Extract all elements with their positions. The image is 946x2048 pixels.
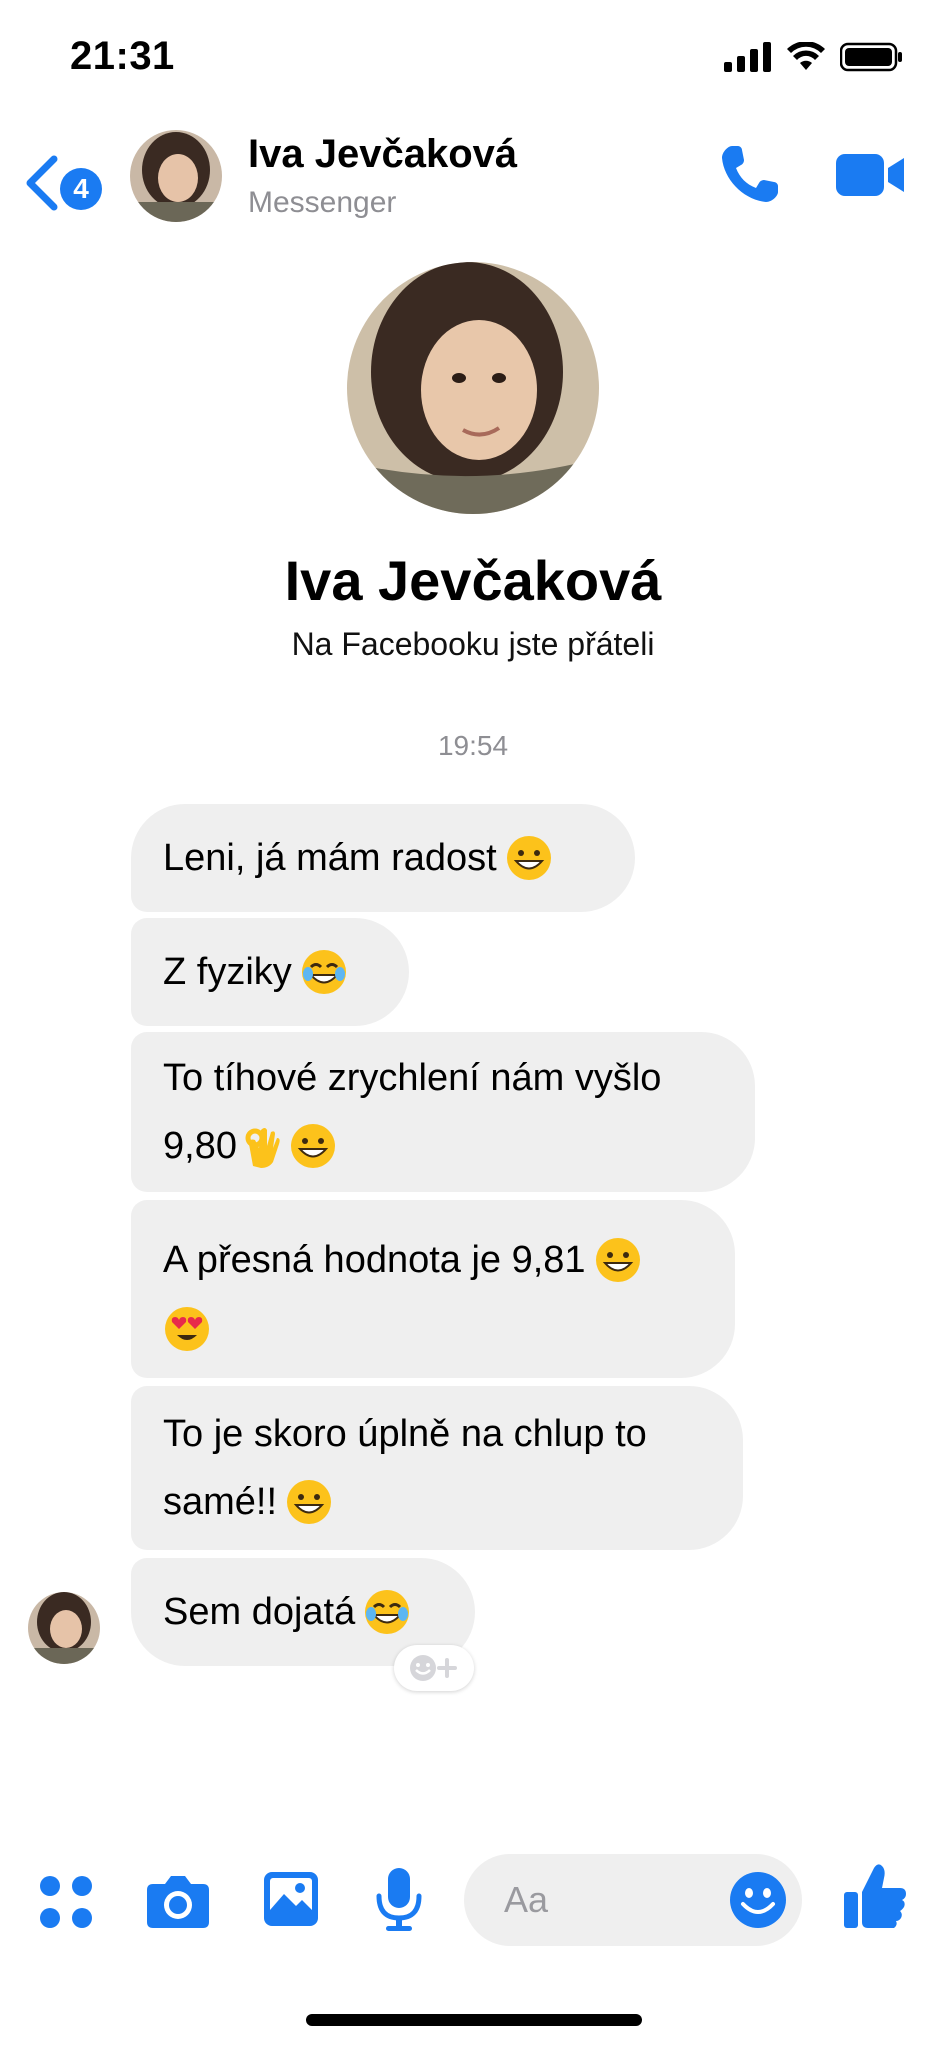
profile-avatar[interactable] (347, 262, 599, 514)
avatar-photo (130, 130, 222, 222)
wifi-icon (787, 42, 825, 70)
video-camera-icon (836, 154, 904, 196)
camera-icon (147, 1876, 209, 1928)
thumbs-up-icon (844, 1864, 906, 1928)
message-bubble[interactable]: Z fyziky (131, 918, 409, 1026)
message-text: Z fyziky (163, 951, 292, 993)
message-text: To tíhové zrychlení nám vyšlo (163, 1057, 662, 1099)
like-button[interactable] (842, 1862, 908, 1937)
photo-icon (264, 1872, 318, 1926)
audio-call-button[interactable] (718, 142, 782, 206)
tears-of-joy-emoji (301, 950, 346, 994)
home-indicator (306, 2014, 642, 2026)
message-text: To je skoro úplně na chlup to (163, 1413, 647, 1455)
battery-icon (840, 42, 902, 72)
message-timestamp: 19:54 (437, 730, 509, 761)
gallery-button[interactable] (262, 1870, 320, 1933)
message-bubble[interactable]: To je skoro úplně na chlup to samé!! (131, 1386, 743, 1550)
status-time: 21:31 (70, 34, 175, 78)
status-bar: 21:31 (0, 0, 946, 110)
add-reaction-button[interactable] (394, 1645, 474, 1691)
message-composer (0, 1840, 946, 1960)
grinning-face-emoji (290, 1124, 335, 1168)
contact-name[interactable]: Iva Jevčaková (248, 132, 517, 177)
unread-count-badge: 4 (60, 168, 102, 210)
message-text: A přesná hodnota je 9,81 (163, 1238, 586, 1281)
smiley-icon (730, 1872, 786, 1928)
ok-hand-emoji (245, 1128, 280, 1168)
voice-message-button[interactable] (374, 1866, 424, 1937)
message-bubble[interactable]: To tíhové zrychlení nám vyšlo 9,80 (131, 1032, 755, 1192)
sender-avatar[interactable] (28, 1592, 100, 1664)
cellular-signal-icon (724, 42, 771, 72)
avatar-photo (28, 1592, 100, 1664)
tears-of-joy-emoji (365, 1590, 410, 1634)
contact-subtitle: Messenger (248, 186, 397, 219)
smiley-plus-icon (410, 1655, 457, 1681)
message-input[interactable] (504, 1872, 724, 1928)
friendship-status: Na Facebooku jste přáteli (291, 626, 655, 662)
camera-button[interactable] (145, 1872, 211, 1935)
message-text: Sem dojatá (163, 1591, 356, 1633)
video-call-button[interactable] (836, 150, 906, 200)
grinning-face-emoji (506, 836, 551, 880)
grinning-face-emoji (595, 1237, 640, 1282)
message-text: Leni, já mám radost (163, 837, 497, 879)
back-button[interactable]: 4 (20, 148, 110, 218)
message-text: samé!! (163, 1481, 278, 1523)
chevron-left-icon (26, 155, 58, 211)
message-text: 9,80 (163, 1125, 237, 1167)
microphone-icon (376, 1868, 422, 1931)
status-icons (724, 42, 904, 72)
message-input-container[interactable] (464, 1854, 802, 1946)
emoji-button[interactable] (728, 1870, 788, 1930)
phone-icon (722, 146, 778, 202)
message-bubble[interactable]: Leni, já mám radost (131, 804, 635, 912)
message-bubble[interactable]: A přesná hodnota je 9,81 (131, 1200, 735, 1378)
conversation-header: 4 Iva Jevčaková Messenger (0, 120, 946, 240)
contact-avatar[interactable] (130, 130, 222, 222)
profile-name: Iva Jevčaková (284, 549, 662, 612)
grinning-face-emoji (287, 1480, 332, 1524)
more-actions-button[interactable] (38, 1874, 94, 1935)
heart-eyes-emoji (165, 1306, 209, 1351)
profile-photo (347, 262, 599, 514)
four-dots-icon (40, 1876, 92, 1928)
